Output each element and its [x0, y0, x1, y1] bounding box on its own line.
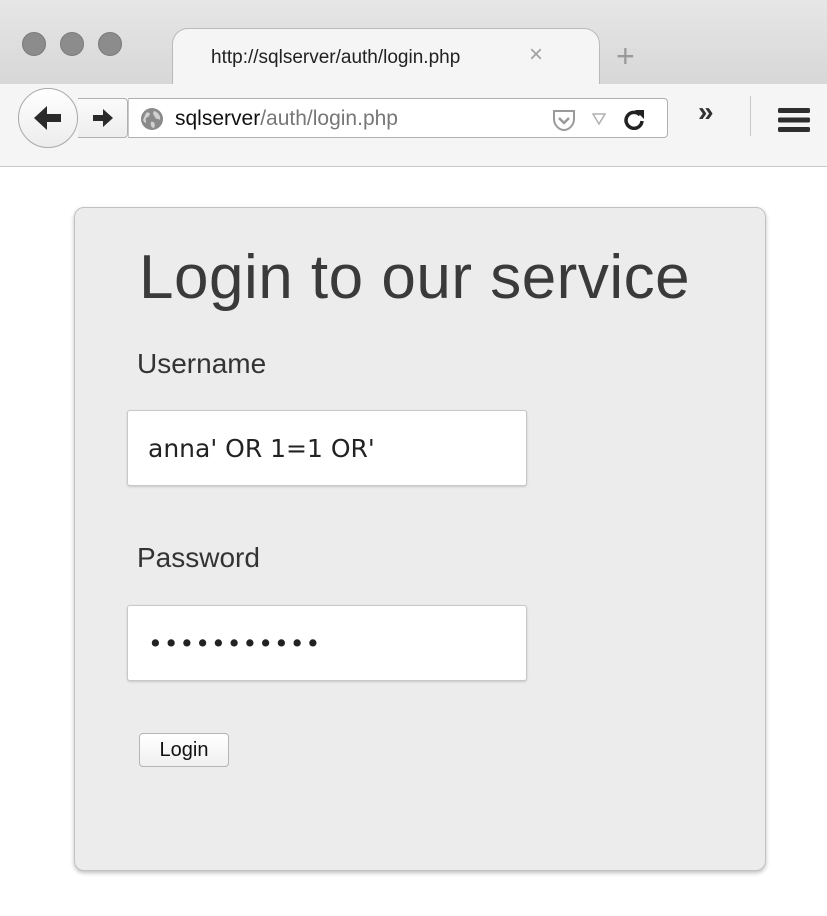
- browser-window: http://sqlserver/auth/login.php × + sqls…: [0, 0, 827, 916]
- login-card: Login to our service Username Password L…: [74, 207, 766, 871]
- url-bar[interactable]: sqlserver/auth/login.php: [128, 98, 668, 138]
- forward-arrow-icon: [93, 109, 113, 127]
- tab-strip: http://sqlserver/auth/login.php × +: [0, 0, 827, 85]
- forward-button[interactable]: [78, 98, 128, 138]
- page-title: Login to our service: [139, 243, 691, 312]
- window-maximize-button[interactable]: [98, 32, 122, 56]
- window-minimize-button[interactable]: [60, 32, 84, 56]
- tab-title: http://sqlserver/auth/login.php: [211, 47, 461, 68]
- password-label: Password: [137, 542, 260, 573]
- url-path: /auth/login.php: [260, 107, 398, 130]
- url-host: sqlserver: [175, 107, 261, 130]
- username-field[interactable]: [127, 410, 527, 486]
- pocket-icon[interactable]: [551, 108, 577, 132]
- password-field[interactable]: [127, 605, 527, 681]
- username-label: Username: [137, 348, 267, 379]
- back-button[interactable]: [18, 88, 78, 148]
- url-text[interactable]: sqlserver/auth/login.php: [175, 107, 398, 131]
- window-close-button[interactable]: [22, 32, 46, 56]
- login-button[interactable]: Login: [139, 733, 229, 767]
- overflow-chevron-icon[interactable]: »: [698, 98, 714, 126]
- browser-tab[interactable]: http://sqlserver/auth/login.php ×: [172, 28, 600, 85]
- page-content: Login to our service Username Password L…: [0, 167, 827, 916]
- new-tab-icon[interactable]: +: [616, 40, 635, 72]
- reload-icon[interactable]: [623, 108, 645, 130]
- toolbar-separator: [750, 96, 751, 136]
- hamburger-menu-icon[interactable]: [778, 108, 810, 132]
- tab-close-icon[interactable]: ×: [529, 43, 543, 67]
- globe-icon: [141, 108, 163, 130]
- dropdown-triangle-icon[interactable]: [592, 113, 606, 125]
- back-arrow-icon: [34, 106, 61, 130]
